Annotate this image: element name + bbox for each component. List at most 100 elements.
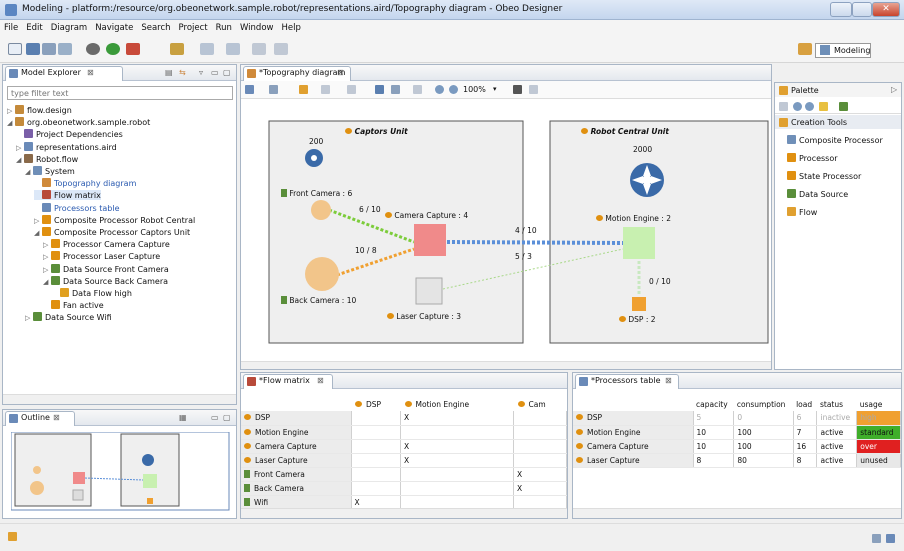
tree-item[interactable]: ◢ Data Source Back Camera xyxy=(43,275,168,286)
note-tool-icon[interactable] xyxy=(819,102,828,111)
table-cell-load[interactable]: 16 xyxy=(793,439,818,454)
table-row-header[interactable]: DSP xyxy=(573,411,694,426)
matrix-row-header[interactable]: Back Camera xyxy=(241,481,352,496)
matrix-row[interactable]: Front Camera X xyxy=(241,467,567,482)
previous-annotation-icon[interactable] xyxy=(226,43,240,55)
table-cell-usage[interactable]: over xyxy=(856,439,901,454)
open-type-icon[interactable] xyxy=(170,43,184,55)
table-column-header[interactable]: usage xyxy=(857,397,901,411)
minimize-button[interactable] xyxy=(830,2,852,17)
minimize-outline-icon[interactable]: ▭ xyxy=(211,413,219,422)
table-cell-consumption[interactable]: 100 xyxy=(733,439,794,454)
table-cell-load[interactable]: 7 xyxy=(793,425,818,440)
matrix-cell[interactable]: X xyxy=(400,453,514,468)
table-column-header[interactable]: consumption xyxy=(734,397,793,411)
matrix-column-header[interactable]: Motion Engine xyxy=(401,397,514,411)
table-cell-capacity[interactable]: 10 xyxy=(693,439,735,454)
matrix-cell[interactable] xyxy=(513,425,567,440)
motion-engine-node[interactable] xyxy=(623,227,655,259)
menu-item-project[interactable]: Project xyxy=(175,20,212,36)
menu-item-edit[interactable]: Edit xyxy=(22,20,46,36)
copy-format-icon[interactable] xyxy=(413,85,422,94)
status-icon-2[interactable] xyxy=(886,534,895,543)
matrix-row-header[interactable]: Wifi xyxy=(241,495,352,510)
matrix-row-header[interactable]: Camera Capture xyxy=(241,439,352,454)
expand-arrow-icon[interactable]: ◢ xyxy=(7,119,15,127)
expand-arrow-icon[interactable]: ▷ xyxy=(43,266,51,274)
tree-item[interactable]: ◢ Robot.flow xyxy=(16,153,78,164)
table-cell-usage[interactable]: high xyxy=(856,411,901,426)
maximize-button[interactable] xyxy=(852,2,872,17)
expand-arrow-icon[interactable]: ▷ xyxy=(43,241,51,249)
table-row-header[interactable]: Laser Capture xyxy=(573,453,694,468)
table-cell-load[interactable]: 6 xyxy=(793,411,818,426)
expand-arrow-icon[interactable]: ▷ xyxy=(7,107,15,115)
filter-icon[interactable] xyxy=(321,85,330,94)
explorer-horizontal-scrollbar[interactable] xyxy=(3,394,236,404)
arrange-icon[interactable] xyxy=(245,85,254,94)
matrix-cell[interactable] xyxy=(351,439,402,454)
tree-item[interactable]: Project Dependencies xyxy=(16,129,123,139)
table-cell-usage[interactable]: standard xyxy=(856,425,901,440)
tree-item[interactable]: ◢ Composite Processor Captors Unit xyxy=(34,227,190,237)
properties-icon[interactable] xyxy=(529,85,538,94)
matrix-row-header[interactable]: DSP xyxy=(241,411,352,426)
status-icon-1[interactable] xyxy=(872,534,881,543)
table-cell-capacity[interactable]: 10 xyxy=(693,425,735,440)
tree-item[interactable]: Processors table xyxy=(34,202,120,213)
layer-icon[interactable] xyxy=(347,85,356,94)
run-icon[interactable] xyxy=(106,43,120,55)
menu-item-diagram[interactable]: Diagram xyxy=(47,20,92,36)
close-table-icon[interactable]: ⊠ xyxy=(665,376,672,385)
tree-item[interactable]: Data Flow high xyxy=(52,288,132,298)
table-cell-capacity[interactable]: 5 xyxy=(693,411,735,426)
palette-zoom-in-icon[interactable] xyxy=(793,102,802,111)
save-all-icon[interactable] xyxy=(42,43,56,55)
table-cell-consumption[interactable]: 0 xyxy=(733,411,794,426)
matrix-row[interactable]: Wifi X xyxy=(241,495,567,510)
matrix-cell[interactable] xyxy=(513,453,567,468)
palette-zoom-out-icon[interactable] xyxy=(805,102,814,111)
print-icon[interactable] xyxy=(58,43,72,55)
select-tool-icon[interactable] xyxy=(779,102,788,111)
matrix-row-header[interactable]: Motion Engine xyxy=(241,425,352,440)
expand-arrow-icon[interactable]: ▷ xyxy=(25,314,33,322)
forward-icon[interactable] xyxy=(274,43,288,55)
tree-item[interactable]: ▷ Processor Camera Capture xyxy=(43,239,170,249)
matrix-horizontal-scrollbar[interactable] xyxy=(241,508,567,518)
collapse-all-icon[interactable]: ▤ xyxy=(165,68,173,77)
maximize-outline-icon[interactable]: ▢ xyxy=(223,413,231,422)
captors-fan-icon[interactable] xyxy=(305,149,323,167)
text-tool-icon[interactable] xyxy=(839,102,848,111)
table-cell-status[interactable]: inactive xyxy=(816,411,858,426)
table-row[interactable]: Motion Engine 10 100 7 active standard xyxy=(573,425,901,440)
matrix-cell[interactable] xyxy=(513,495,567,510)
palette-collapse-icon[interactable]: ▷ xyxy=(891,85,897,94)
menu-item-file[interactable]: File xyxy=(0,20,22,36)
tree-item[interactable]: Flow matrix xyxy=(34,190,101,201)
creation-tools-group[interactable]: Creation Tools xyxy=(775,115,901,129)
palette-tool[interactable]: State Processor xyxy=(787,171,861,181)
table-cell-consumption[interactable]: 100 xyxy=(733,425,794,440)
menu-item-help[interactable]: Help xyxy=(277,20,304,36)
save-image-icon[interactable] xyxy=(513,85,522,94)
table-cell-status[interactable]: active xyxy=(816,425,858,440)
table-column-header[interactable]: capacity xyxy=(693,397,734,411)
link-editor-icon[interactable]: ⇆ xyxy=(179,68,186,77)
table-row-header[interactable]: Camera Capture xyxy=(573,439,694,454)
view-menu-icon[interactable]: ▿ xyxy=(199,68,203,77)
zoom-out-icon[interactable] xyxy=(449,85,458,94)
table-row[interactable]: Laser Capture 8 80 8 active unused xyxy=(573,453,901,468)
tree-item[interactable]: ▷ flow.design xyxy=(7,105,72,115)
table-row[interactable]: Camera Capture 10 100 16 active over xyxy=(573,439,901,454)
zoom-in-icon[interactable] xyxy=(435,85,444,94)
table-cell-load[interactable]: 8 xyxy=(793,453,818,468)
tree-item[interactable]: ◢ org.obeonetwork.sample.robot xyxy=(7,117,150,127)
table-horizontal-scrollbar[interactable] xyxy=(573,508,901,518)
matrix-cell[interactable] xyxy=(400,481,514,496)
matrix-row[interactable]: Back Camera X xyxy=(241,481,567,496)
new-file-icon[interactable] xyxy=(8,43,22,55)
camera-capture-node[interactable] xyxy=(414,224,446,256)
matrix-cell[interactable] xyxy=(400,467,514,482)
debug-icon[interactable] xyxy=(86,43,100,55)
